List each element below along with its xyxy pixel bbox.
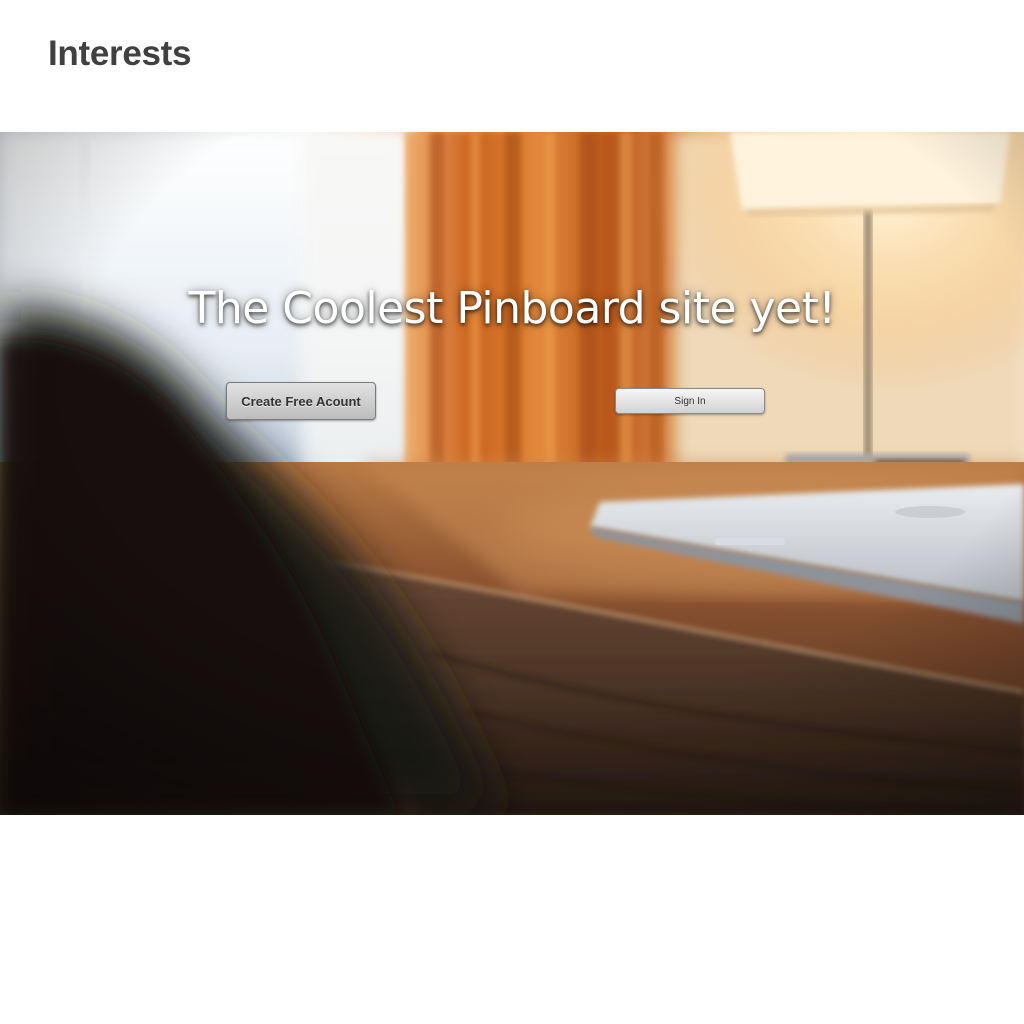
site-header: Interests	[0, 0, 1024, 132]
hero-background-photo	[0, 132, 1024, 815]
hero-section: The Coolest Pinboard site yet! Create Fr…	[0, 132, 1024, 815]
hero-headline: The Coolest Pinboard site yet!	[188, 283, 836, 334]
page: Interests The Coolest Pinboard site yet!…	[0, 0, 1024, 1024]
site-logo[interactable]: Interests	[48, 34, 192, 74]
create-account-button[interactable]: Create Free Acount	[226, 382, 376, 420]
sign-in-button[interactable]: Sign In	[615, 388, 765, 414]
